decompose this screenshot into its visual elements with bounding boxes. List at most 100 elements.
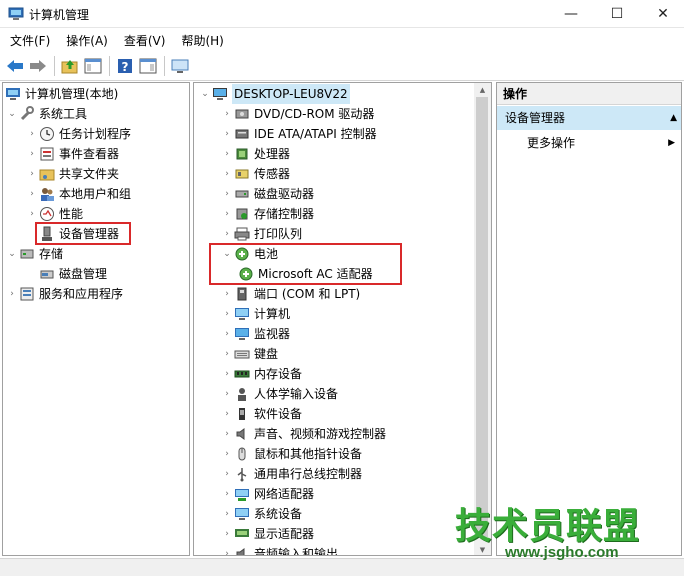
back-button[interactable] [4,55,26,77]
more-actions-item[interactable]: 更多操作 ▶ [527,131,677,155]
chevron-right-icon[interactable]: › [220,124,234,144]
menu-help[interactable]: 帮助(H) [176,32,228,49]
device-label: 电池 [254,247,279,261]
chevron-right-icon[interactable]: › [220,384,234,404]
menu-action[interactable]: 操作(A) [61,32,113,49]
tree-item-task-scheduler[interactable]: › 任务计划程序 [25,124,131,144]
chevron-right-icon[interactable]: › [220,284,234,304]
chevron-down-icon[interactable]: ⌄ [220,244,234,264]
tree-root[interactable]: 计算机管理(本地) [5,84,118,104]
chevron-right-icon[interactable]: › [220,144,234,164]
sensor-icon [234,166,250,182]
device-category[interactable]: › 传感器 [220,164,290,184]
show-hide-action-pane-button[interactable] [137,55,159,77]
device-category[interactable]: › 计算机 [220,304,290,324]
chevron-right-icon[interactable]: › [25,184,39,204]
tree-item-performance[interactable]: › 性能 [25,204,83,224]
device-category[interactable]: › 鼠标和其他指针设备 [220,444,362,464]
vertical-scrollbar[interactable]: ▲ ▼ [474,83,491,555]
device-category[interactable]: › DVD/CD-ROM 驱动器 [220,104,374,124]
device-category[interactable]: › 端口 (COM 和 LPT) [220,284,360,304]
chevron-right-icon[interactable]: › [220,224,234,244]
device-category[interactable]: › 通用串行总线控制器 [220,464,362,484]
chevron-right-icon[interactable]: › [220,404,234,424]
chevron-down-icon[interactable]: ⌄ [5,104,19,124]
chevron-right-icon[interactable]: › [220,324,234,344]
properties-button[interactable] [169,55,191,77]
device-label: 系统设备 [254,507,303,521]
chevron-right-icon[interactable]: › [220,424,234,444]
actions-section-device-manager[interactable]: 设备管理器 ▲ [497,106,681,130]
scroll-down-icon[interactable]: ▼ [474,543,491,555]
chevron-right-icon[interactable]: › [5,284,19,304]
minimize-button[interactable]: — [548,0,594,28]
chevron-down-icon[interactable]: ⌄ [5,244,19,264]
chevron-right-icon[interactable]: › [220,304,234,324]
tree-item-system-tools[interactable]: ⌄ 系统工具 [5,104,87,124]
collapse-up-icon[interactable]: ▲ [670,106,677,130]
device-label: 内存设备 [254,367,303,381]
device-category[interactable]: › 打印队列 [220,224,302,244]
device-category[interactable]: › 软件设备 [220,404,302,424]
device-category[interactable]: › IDE ATA/ATAPI 控制器 [220,124,376,144]
device-category[interactable]: ⌄ 电池 [220,244,278,264]
chevron-right-icon[interactable]: › [25,124,39,144]
tree-item-shared-folders[interactable]: › 共享文件夹 [25,164,119,184]
chevron-down-icon[interactable]: ⌄ [198,84,212,104]
chevron-right-icon[interactable]: › [220,164,234,184]
up-folder-button[interactable] [59,55,81,77]
chevron-right-icon[interactable]: › [220,484,234,504]
monitor-icon [234,326,250,342]
device-category[interactable]: › 人体学输入设备 [220,384,338,404]
memory-icon [234,366,250,382]
maximize-button[interactable]: ☐ [594,0,640,28]
tree-item-storage[interactable]: ⌄ 存储 [5,244,63,264]
scroll-up-icon[interactable]: ▲ [474,83,491,97]
tree-item-local-users[interactable]: › 本地用户和组 [25,184,131,204]
device-category[interactable]: › 存储控制器 [220,204,314,224]
menu-view[interactable]: 查看(V) [119,32,171,49]
device-category[interactable]: › 处理器 [220,144,290,164]
tree-item-services-apps[interactable]: › 服务和应用程序 [5,284,123,304]
chevron-right-icon[interactable]: › [220,204,234,224]
chevron-right-icon[interactable]: › [25,144,39,164]
device-category[interactable]: › 监视器 [220,324,290,344]
device-category[interactable]: › 内存设备 [220,364,302,384]
chevron-right-icon[interactable]: › [220,104,234,124]
chevron-right-icon[interactable]: › [220,364,234,384]
tree-item-device-manager[interactable]: 设备管理器 [39,224,119,244]
show-hide-tree-button[interactable] [82,55,104,77]
forward-button[interactable] [27,55,49,77]
device-category[interactable]: › 声音、视频和游戏控制器 [220,424,386,444]
scrollbar-thumb[interactable] [476,97,488,537]
chevron-right-icon[interactable]: › [25,164,39,184]
tree-item-disk-management[interactable]: 磁盘管理 [39,264,107,284]
device-label: 音频输入和输出 [254,547,339,556]
menu-file[interactable]: 文件(F) [5,32,55,49]
device-category[interactable]: › 键盘 [220,344,278,364]
title-bar: 计算机管理 — ☐ ✕ [0,0,684,28]
arrow-left-icon [7,59,23,72]
chevron-right-icon[interactable]: › [220,464,234,484]
help-button[interactable]: ? [114,55,136,77]
close-button[interactable]: ✕ [640,0,684,28]
device-category[interactable]: › 系统设备 [220,504,302,524]
chevron-right-icon[interactable]: › [220,524,234,544]
network-adapter-icon [234,486,250,502]
device-category[interactable]: › 显示适配器 [220,524,314,544]
chevron-right-icon[interactable]: › [220,504,234,524]
tree-item-event-viewer[interactable]: › 事件查看器 [25,144,119,164]
device-item[interactable]: Microsoft AC 适配器 [238,264,373,284]
device-label: 磁盘驱动器 [254,187,315,201]
device-category[interactable]: › 网络适配器 [220,484,314,504]
chevron-right-icon[interactable]: › [25,204,39,224]
chevron-right-icon[interactable]: › [220,184,234,204]
computer-icon [212,86,228,102]
chevron-right-icon[interactable]: › [220,544,234,555]
device-category[interactable]: › 音频输入和输出 [220,544,339,556]
chevron-right-icon[interactable]: › [220,344,234,364]
device-tree-root[interactable]: ⌄ DESKTOP-LEU8V22 [198,84,350,104]
ide-controller-icon [234,126,250,142]
chevron-right-icon[interactable]: › [220,444,234,464]
device-category[interactable]: › 磁盘驱动器 [220,184,314,204]
